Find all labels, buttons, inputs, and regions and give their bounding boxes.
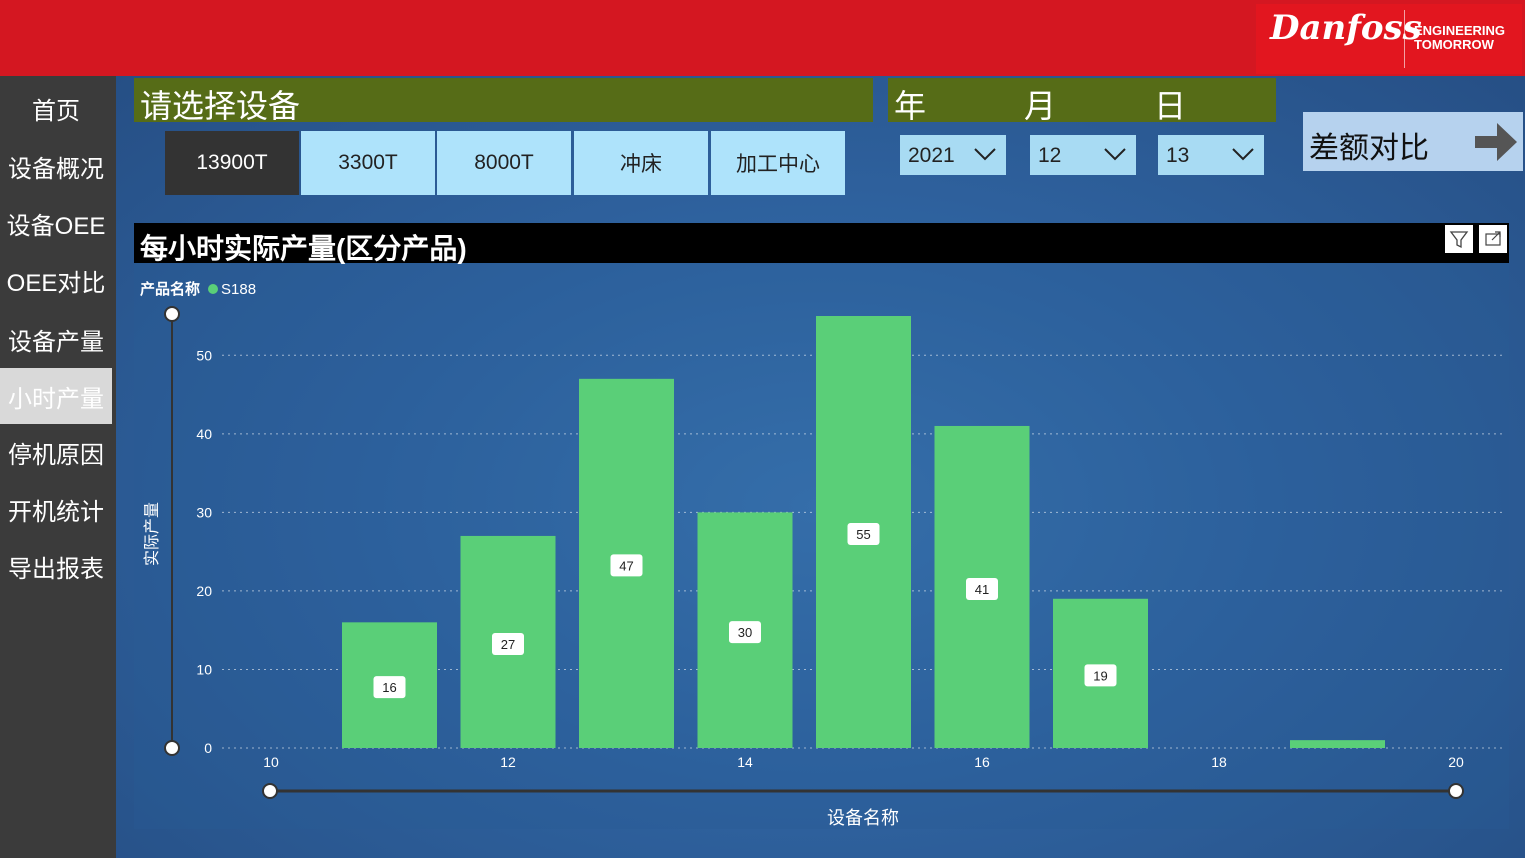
data-label: 19	[1093, 668, 1107, 683]
x-range-slider-handle[interactable]	[1448, 783, 1464, 799]
x-tick-label: 16	[974, 754, 990, 770]
y-tick-label: 30	[196, 504, 212, 520]
x-range-slider-handle[interactable]	[262, 783, 278, 799]
y-tick-label: 0	[204, 740, 212, 756]
y-tick-label: 20	[196, 583, 212, 599]
y-axis-label: 实际产量	[143, 502, 161, 566]
x-axis-label: 设备名称	[827, 808, 899, 828]
x-tick-label: 20	[1448, 754, 1464, 770]
y-tick-label: 40	[196, 426, 212, 442]
x-tick-label: 18	[1211, 754, 1227, 770]
data-label: 41	[975, 582, 989, 597]
bar-chart: 0 10 20 30 40 50 实际产量 16 27 47 30 55 41 19 10 12 14 16 18 2…	[143, 306, 1505, 828]
y-range-slider-handle[interactable]	[164, 306, 180, 322]
x-tick-label: 12	[500, 754, 516, 770]
data-label: 30	[738, 625, 752, 640]
data-label: 16	[382, 680, 396, 695]
x-tick-label: 14	[737, 754, 753, 770]
y-range-slider-handle[interactable]	[164, 740, 180, 756]
y-tick-label: 10	[196, 661, 212, 677]
data-label: 47	[619, 558, 633, 573]
chart-bar[interactable]	[1290, 740, 1385, 748]
data-label: 55	[856, 527, 870, 542]
y-tick-label: 50	[196, 347, 212, 363]
x-tick-label: 10	[263, 754, 279, 770]
data-label: 27	[501, 637, 515, 652]
